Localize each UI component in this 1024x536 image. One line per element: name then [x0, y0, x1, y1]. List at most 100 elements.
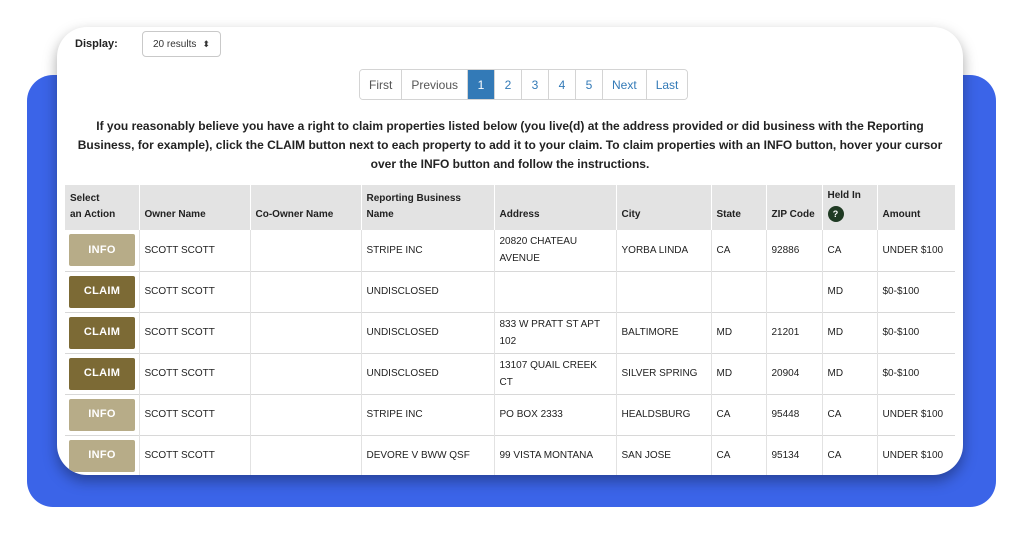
sort-caret-icon: ⬍: [202, 38, 210, 49]
cell-address: 13107 QUAIL CREEK CT: [494, 353, 617, 394]
page-previous-button[interactable]: Previous: [402, 70, 469, 99]
cell-owner: SCOTT SCOTT: [139, 271, 251, 312]
cell-owner: SCOTT SCOTT: [139, 312, 251, 353]
properties-table: Select an Action Owner Name Co-Owner Nam…: [65, 185, 955, 475]
col-header-action: Select an Action: [65, 185, 140, 230]
cell-co-owner: [250, 353, 362, 394]
cell-address: PO BOX 2333: [494, 394, 617, 435]
cell-city: SAN JOSE: [616, 435, 712, 475]
cell-city: SILVER SPRING: [616, 353, 712, 394]
col-header-business-line2: Name: [366, 209, 394, 220]
action-cell: INFO: [65, 435, 140, 475]
col-header-city: City: [616, 185, 712, 230]
claim-instructions: If you reasonably believe you have a rig…: [77, 119, 943, 171]
claim-button[interactable]: CLAIM: [69, 316, 135, 349]
page-first-button[interactable]: First: [360, 70, 403, 99]
cell-amount: UNDER $100: [882, 450, 944, 461]
action-cell: INFO: [65, 394, 140, 435]
claim-button[interactable]: CLAIM: [69, 275, 135, 308]
cell-business: UNDISCLOSED: [361, 353, 495, 394]
cell-state: CA: [711, 230, 767, 271]
cell-city: BALTIMORE: [616, 312, 712, 353]
action-cell: CLAIM: [65, 271, 140, 312]
page-5-button[interactable]: 5: [576, 70, 604, 99]
info-button[interactable]: INFO: [69, 439, 135, 472]
col-header-held-in-label: Held In: [827, 190, 861, 201]
cell-held-in: CA: [822, 394, 878, 435]
action-cell: CLAIM: [65, 353, 140, 394]
results-per-page-value: 20 results: [153, 38, 197, 50]
display-label: Display:: [75, 38, 118, 50]
cell-owner: SCOTT SCOTT: [139, 230, 251, 271]
col-header-zip: ZIP Code: [766, 185, 823, 230]
col-header-action-line2: an Action: [70, 209, 116, 220]
cell-co-owner: [250, 394, 362, 435]
cell-amount: UNDER $100: [882, 244, 944, 256]
cell-address: [494, 271, 617, 312]
table-row: INFO SCOTT SCOTT STRIPE INC PO BOX 2333 HEAL…: [65, 394, 955, 435]
claim-button[interactable]: CLAIM: [69, 357, 135, 390]
cell-held-in: MD: [822, 271, 878, 312]
page-4-button[interactable]: 4: [549, 70, 577, 99]
cell-zip: 95448: [766, 394, 823, 435]
cell-city: YORBA LINDA: [616, 230, 712, 271]
cell-business: DEVORE V BWW QSF: [361, 435, 495, 475]
table-row: CLAIM SCOTT SCOTT UNDISCLOSED 833 W PRATT S…: [65, 312, 955, 353]
cell-state: MD: [711, 353, 767, 394]
cell-state: CA: [711, 435, 767, 475]
cell-address: 20820 CHATEAU AVENUE: [494, 230, 617, 271]
cell-amount: $0-$100: [882, 327, 920, 338]
pagination: First Previous 1 2 3 4 5 Next Last: [359, 69, 689, 100]
page-last-button[interactable]: Last: [646, 70, 688, 99]
cell-co-owner: [250, 271, 362, 312]
col-header-business: Reporting Business Name: [361, 185, 495, 230]
cell-amount: UNDER $100: [882, 409, 944, 420]
col-header-action-line1: Select: [70, 193, 100, 204]
cell-state: MD: [711, 312, 767, 353]
action-cell: INFO: [65, 230, 140, 271]
col-header-address: Address: [494, 185, 617, 230]
col-header-held-in: Held In ?: [822, 185, 878, 230]
page-next-button[interactable]: Next: [603, 70, 647, 99]
action-cell: CLAIM: [65, 312, 140, 353]
cell-zip: 21201: [766, 312, 823, 353]
cell-city: HEALDSBURG: [616, 394, 712, 435]
cell-business: STRIPE INC: [361, 394, 495, 435]
cell-zip: [766, 271, 823, 312]
col-header-state: State: [711, 185, 767, 230]
cell-held-in: MD: [822, 353, 878, 394]
display-control: Display: 20 results ⬍: [75, 31, 221, 57]
table-row: CLAIM SCOTT SCOTT UNDISCLOSED MD $0-$100: [65, 271, 955, 312]
col-header-business-line1: Reporting Business: [366, 193, 461, 204]
table-row: CLAIM SCOTT SCOTT UNDISCLOSED 13107 QUAIL C…: [65, 353, 955, 394]
cell-owner: SCOTT SCOTT: [139, 353, 251, 394]
cell-state: CA: [711, 394, 767, 435]
table-row: INFO SCOTT SCOTT STRIPE INC 20820 CHATEAU A…: [65, 230, 955, 271]
cell-amount: $0-$100: [882, 368, 920, 379]
info-button[interactable]: INFO: [69, 398, 135, 431]
cell-business: UNDISCLOSED: [361, 312, 495, 353]
cell-owner: SCOTT SCOTT: [139, 394, 251, 435]
page-3-button[interactable]: 3: [522, 70, 550, 99]
page-1-button[interactable]: 1: [468, 70, 496, 99]
cell-business: UNDISCLOSED: [361, 271, 495, 312]
cell-zip: 95134: [766, 435, 823, 475]
cell-business: STRIPE INC: [361, 230, 495, 271]
cell-held-in: CA: [822, 435, 878, 475]
cell-held-in: CA: [822, 230, 878, 271]
col-header-owner: Owner Name: [139, 185, 251, 230]
info-button[interactable]: INFO: [69, 234, 135, 267]
results-card: Display: 20 results ⬍ First Previous 1 2 3 4 5…: [57, 27, 963, 475]
cell-zip: 20904: [766, 353, 823, 394]
cell-amount: $0-$100: [882, 286, 920, 297]
cell-co-owner: [250, 230, 362, 271]
col-header-co-owner: Co-Owner Name: [250, 185, 362, 230]
cell-co-owner: [250, 312, 362, 353]
results-per-page-select[interactable]: 20 results ⬍: [142, 31, 221, 57]
cell-zip: 92886: [766, 230, 823, 271]
help-icon[interactable]: ?: [827, 206, 844, 222]
page-2-button[interactable]: 2: [495, 70, 523, 99]
table-header-row: Select an Action Owner Name Co-Owner Nam…: [65, 185, 955, 230]
cell-co-owner: [250, 435, 362, 475]
cell-city: [616, 271, 712, 312]
